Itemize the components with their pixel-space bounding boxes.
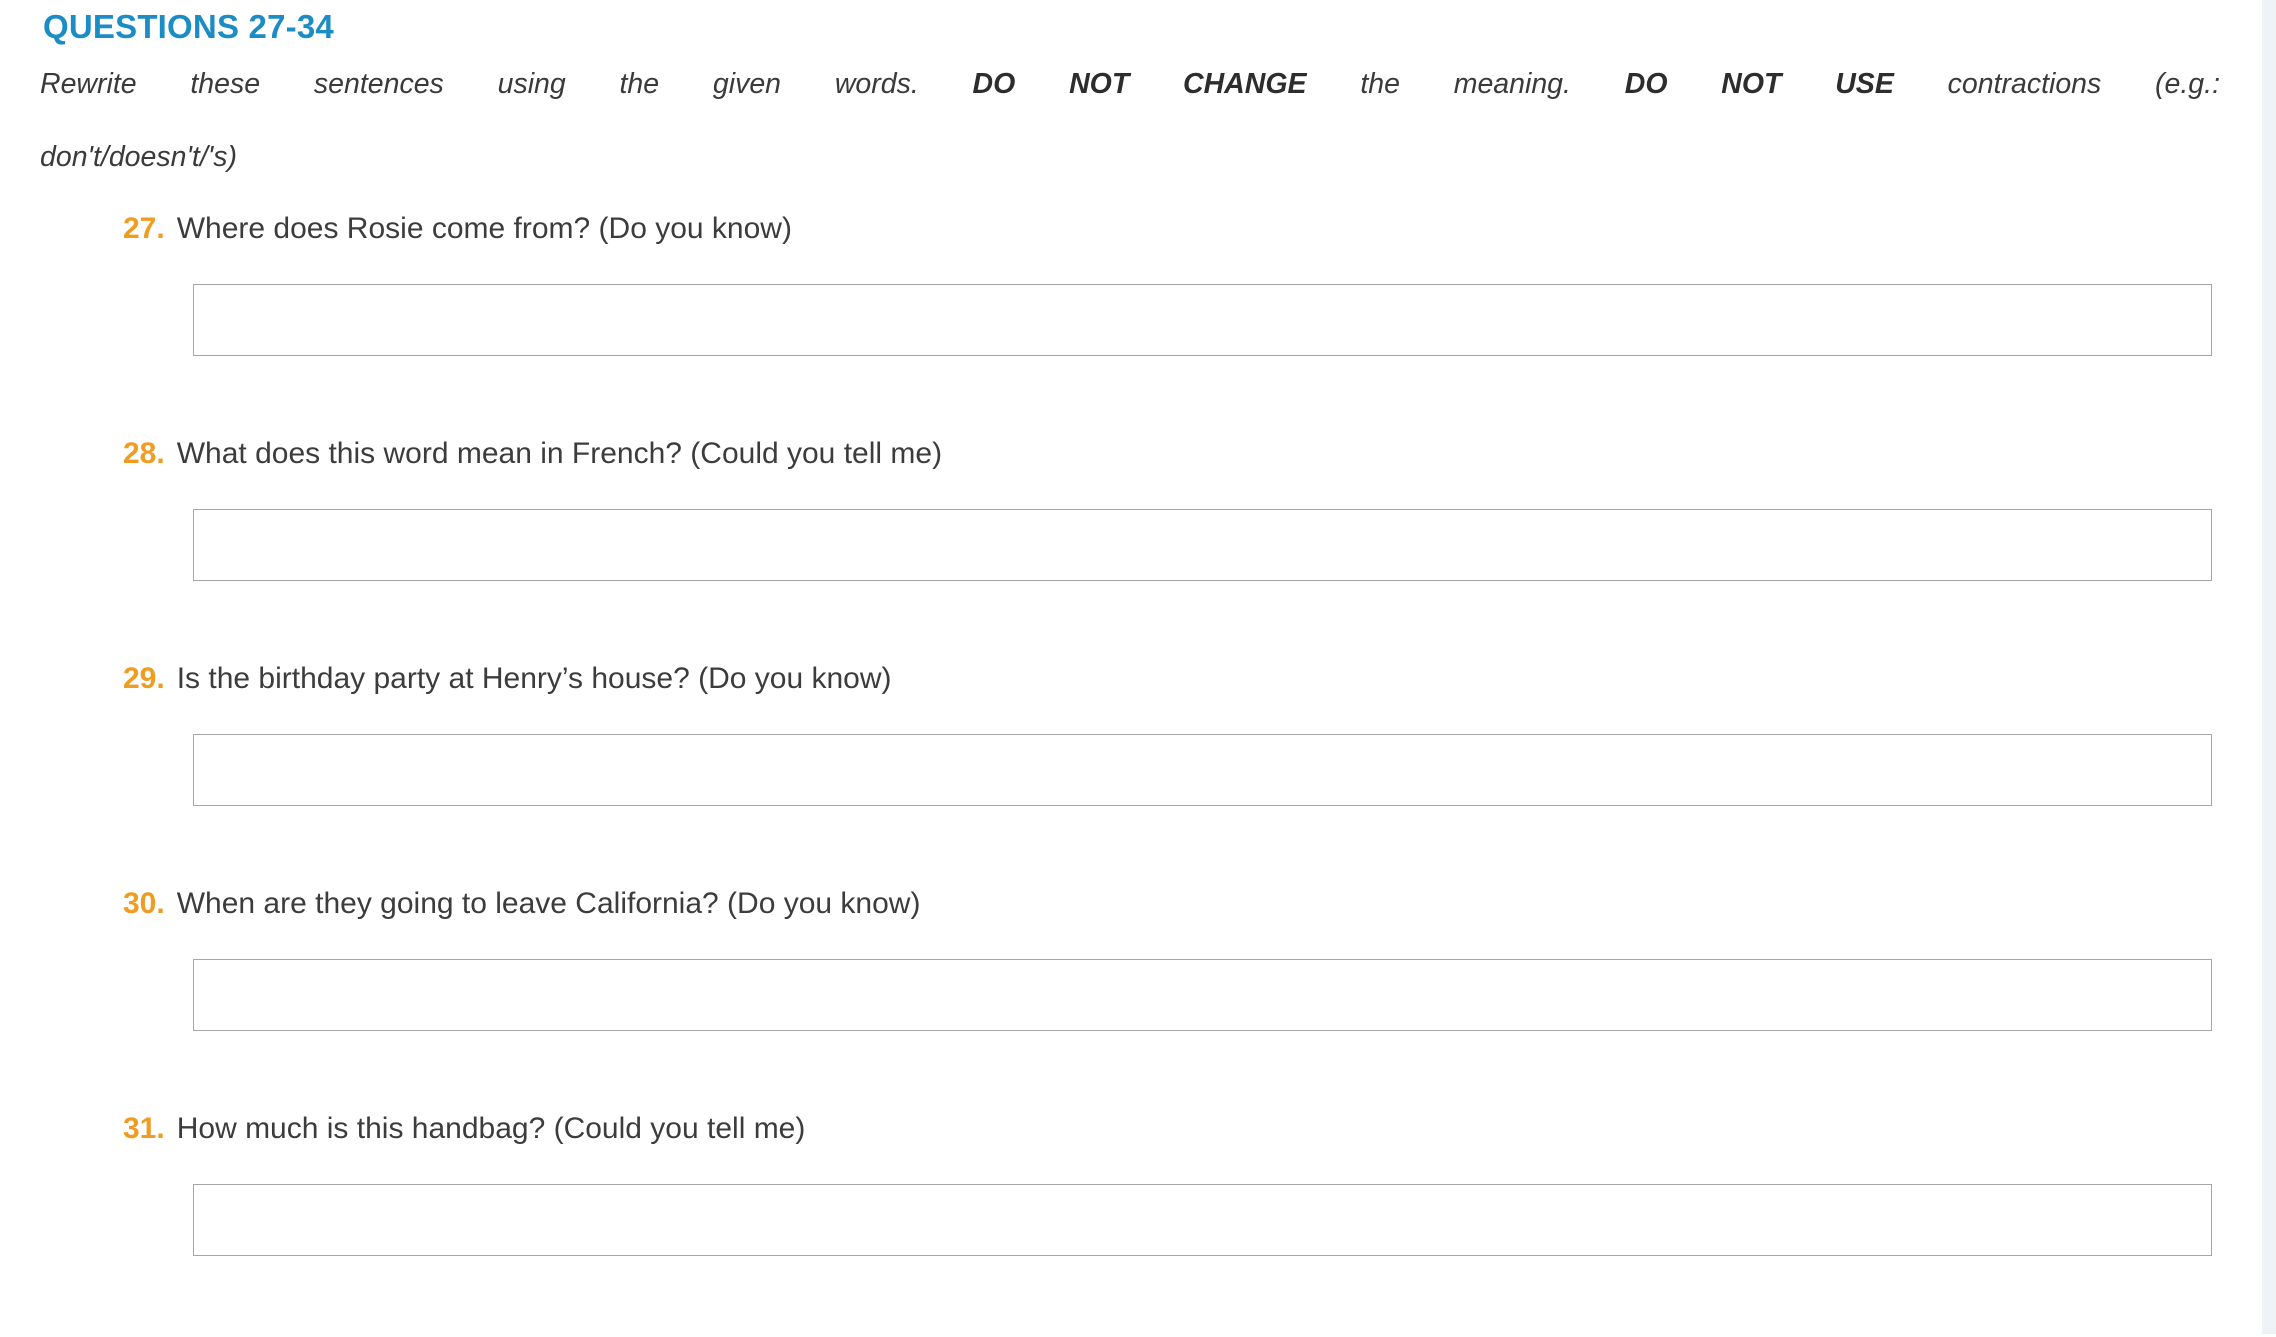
answer-input-28[interactable] <box>193 509 2212 581</box>
question-item-31: 31. How much is this handbag? (Could you… <box>0 1112 2262 1337</box>
question-text-28: What does this word mean in French? (Cou… <box>176 437 943 470</box>
question-item-29: 29. Is the birthday party at Henry’s hou… <box>0 662 2262 887</box>
question-item-27: 27. Where does Rosie come from? (Do you … <box>0 212 2262 437</box>
instructions-part-1: Rewrite these sentences using the given … <box>40 68 973 100</box>
question-number-30: 30. <box>123 887 165 920</box>
answer-input-31[interactable] <box>193 1184 2212 1256</box>
question-prompt-28: 28. What does this word mean in French? … <box>123 437 942 481</box>
question-prompt-27: 27. Where does Rosie come from? (Do you … <box>123 212 792 256</box>
page-title: QUESTIONS 27-34 <box>43 8 334 45</box>
question-text-31: How much is this handbag? (Could you tel… <box>176 1112 806 1145</box>
question-text-29: Is the birthday party at Henry’s house? … <box>176 662 892 695</box>
instructions-part-3: contractions (e.g.: <box>1893 68 2220 100</box>
answer-input-27[interactable] <box>193 284 2212 356</box>
question-item-28: 28. What does this word mean in French? … <box>0 437 2262 662</box>
question-prompt-31: 31. How much is this handbag? (Could you… <box>123 1112 805 1156</box>
question-item-30: 30. When are they going to leave Califor… <box>0 887 2262 1112</box>
instructions-paragraph: Rewrite these sentences using the given … <box>40 66 2220 175</box>
instructions-emphasis-1: DO NOT CHANGE <box>972 68 1307 100</box>
answer-input-29[interactable] <box>193 734 2212 806</box>
question-text-27: Where does Rosie come from? (Do you know… <box>176 212 792 245</box>
question-number-28: 28. <box>123 437 165 470</box>
question-number-29: 29. <box>123 662 165 695</box>
question-text-30: When are they going to leave California?… <box>176 887 921 920</box>
content-column: QUESTIONS 27-34 Rewrite these sentences … <box>0 0 2262 1334</box>
question-number-31: 31. <box>123 1112 165 1145</box>
instructions-line-1: Rewrite these sentences using the given … <box>40 66 2220 139</box>
instructions-emphasis-2: DO NOT USE <box>1624 68 1894 100</box>
instructions-part-2: the meaning. <box>1306 68 1625 100</box>
question-prompt-30: 30. When are they going to leave Califor… <box>123 887 920 931</box>
answer-input-30[interactable] <box>193 959 2212 1031</box>
page-root: QUESTIONS 27-34 Rewrite these sentences … <box>0 0 2276 1334</box>
question-list: 27. Where does Rosie come from? (Do you … <box>0 212 2262 1337</box>
question-number-27: 27. <box>123 212 165 245</box>
question-prompt-29: 29. Is the birthday party at Henry’s hou… <box>123 662 892 706</box>
instructions-line-2: don't/doesn't/'s) <box>40 140 237 173</box>
